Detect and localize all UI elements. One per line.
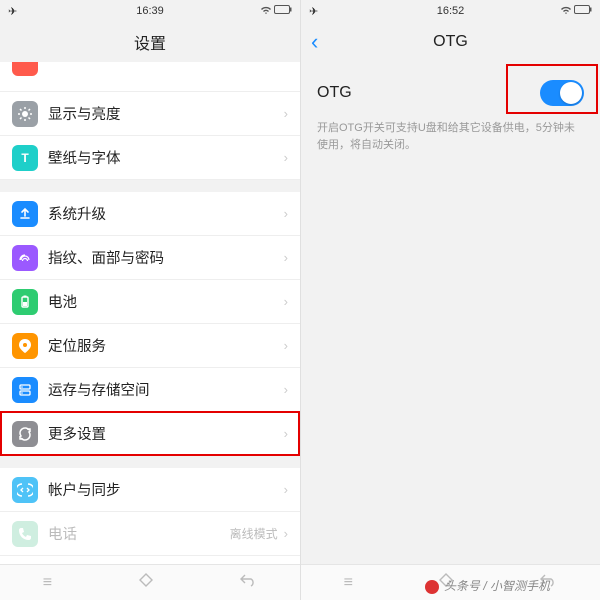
chevron-right-icon: › bbox=[284, 150, 288, 165]
list-item[interactable]: 更多设置› bbox=[0, 412, 300, 456]
row-label: 运存与存储空间 bbox=[48, 379, 284, 400]
svg-text:T: T bbox=[21, 151, 29, 165]
phone-icon bbox=[12, 521, 38, 547]
display-icon bbox=[12, 101, 38, 127]
chevron-right-icon: › bbox=[284, 106, 288, 121]
list-item[interactable]: 显示与亮度› bbox=[0, 92, 300, 136]
wallpaper-icon: T bbox=[12, 145, 38, 171]
watermark: 头条号 / 小智测手机 bbox=[425, 577, 550, 594]
airplane-icon: ✈ bbox=[309, 5, 318, 18]
menu-button[interactable]: ≡ bbox=[344, 574, 353, 592]
chevron-right-icon: › bbox=[284, 382, 288, 397]
list-item[interactable]: 定位服务› bbox=[0, 324, 300, 368]
otg-toggle-row: OTG bbox=[301, 62, 600, 120]
notification-icon bbox=[12, 62, 38, 76]
row-label: 更多设置 bbox=[48, 423, 284, 444]
home-button[interactable] bbox=[138, 572, 154, 593]
row-label: 帐户与同步 bbox=[48, 479, 284, 500]
status-time: 16:39 bbox=[0, 5, 300, 17]
status-bar: ✈ 16:39 bbox=[0, 0, 300, 22]
update-icon bbox=[12, 201, 38, 227]
status-bar: ✈ 16:52 bbox=[301, 0, 600, 22]
list-item[interactable] bbox=[0, 62, 300, 92]
otg-screen: ✈ 16:52 ‹ OTG OTG 开启OTG开关可支持U盘和给其它设备供电，5… bbox=[300, 0, 600, 600]
settings-screen: ✈ 16:39 设置 显示与亮度›T壁纸与字体›系统升级›指纹、面部与密码›电池… bbox=[0, 0, 300, 600]
row-label: 显示与亮度 bbox=[48, 103, 284, 124]
account-icon bbox=[12, 477, 38, 503]
chevron-right-icon: › bbox=[284, 338, 288, 353]
storage-icon bbox=[12, 377, 38, 403]
group-separator bbox=[0, 456, 300, 468]
otg-toggle[interactable] bbox=[540, 80, 584, 106]
status-time: 16:52 bbox=[301, 5, 600, 17]
airplane-icon: ✈ bbox=[8, 5, 17, 18]
wifi-icon bbox=[260, 5, 272, 18]
battery-icon bbox=[574, 5, 592, 17]
wifi-icon bbox=[560, 5, 572, 18]
nav-bar: ‹ OTG bbox=[301, 22, 600, 62]
chevron-right-icon: › bbox=[284, 294, 288, 309]
settings-list[interactable]: 显示与亮度›T壁纸与字体›系统升级›指纹、面部与密码›电池›定位服务›运存与存储… bbox=[0, 62, 300, 600]
list-item[interactable]: 运存与存储空间› bbox=[0, 368, 300, 412]
chevron-right-icon: › bbox=[284, 426, 288, 441]
row-label: 指纹、面部与密码 bbox=[48, 247, 284, 268]
row-label: 系统升级 bbox=[48, 203, 284, 224]
list-item[interactable]: 电话离线模式 › bbox=[0, 512, 300, 556]
battery-icon bbox=[12, 289, 38, 315]
fingerprint-icon bbox=[12, 245, 38, 271]
row-label: 电话 bbox=[48, 523, 230, 544]
back-button[interactable] bbox=[239, 573, 257, 592]
system-nav: ≡ bbox=[0, 564, 300, 600]
chevron-right-icon: › bbox=[284, 250, 288, 265]
row-label: 电池 bbox=[48, 291, 284, 312]
nav-bar: 设置 bbox=[0, 22, 300, 62]
more-icon bbox=[12, 421, 38, 447]
list-item[interactable]: 电池› bbox=[0, 280, 300, 324]
list-item[interactable]: 帐户与同步› bbox=[0, 468, 300, 512]
back-button[interactable]: ‹ bbox=[311, 29, 318, 55]
list-item[interactable]: 系统升级› bbox=[0, 192, 300, 236]
page-title: OTG bbox=[433, 33, 468, 51]
row-aux: 离线模式 bbox=[230, 525, 278, 542]
otg-label: OTG bbox=[317, 84, 352, 102]
battery-icon bbox=[274, 5, 292, 17]
chevron-right-icon: › bbox=[284, 482, 288, 497]
menu-button[interactable]: ≡ bbox=[43, 574, 52, 592]
chevron-right-icon: › bbox=[284, 206, 288, 221]
page-title: 设置 bbox=[134, 30, 166, 54]
otg-description: 开启OTG开关可支持U盘和给其它设备供电，5分钟未使用，将自动关闭。 bbox=[301, 120, 600, 163]
chevron-right-icon: › bbox=[284, 526, 288, 541]
list-item[interactable]: T 壁纸与字体› bbox=[0, 136, 300, 180]
location-icon bbox=[12, 333, 38, 359]
list-item[interactable]: 指纹、面部与密码› bbox=[0, 236, 300, 280]
row-label: 壁纸与字体 bbox=[48, 147, 284, 168]
group-separator bbox=[0, 180, 300, 192]
row-label: 定位服务 bbox=[48, 335, 284, 356]
